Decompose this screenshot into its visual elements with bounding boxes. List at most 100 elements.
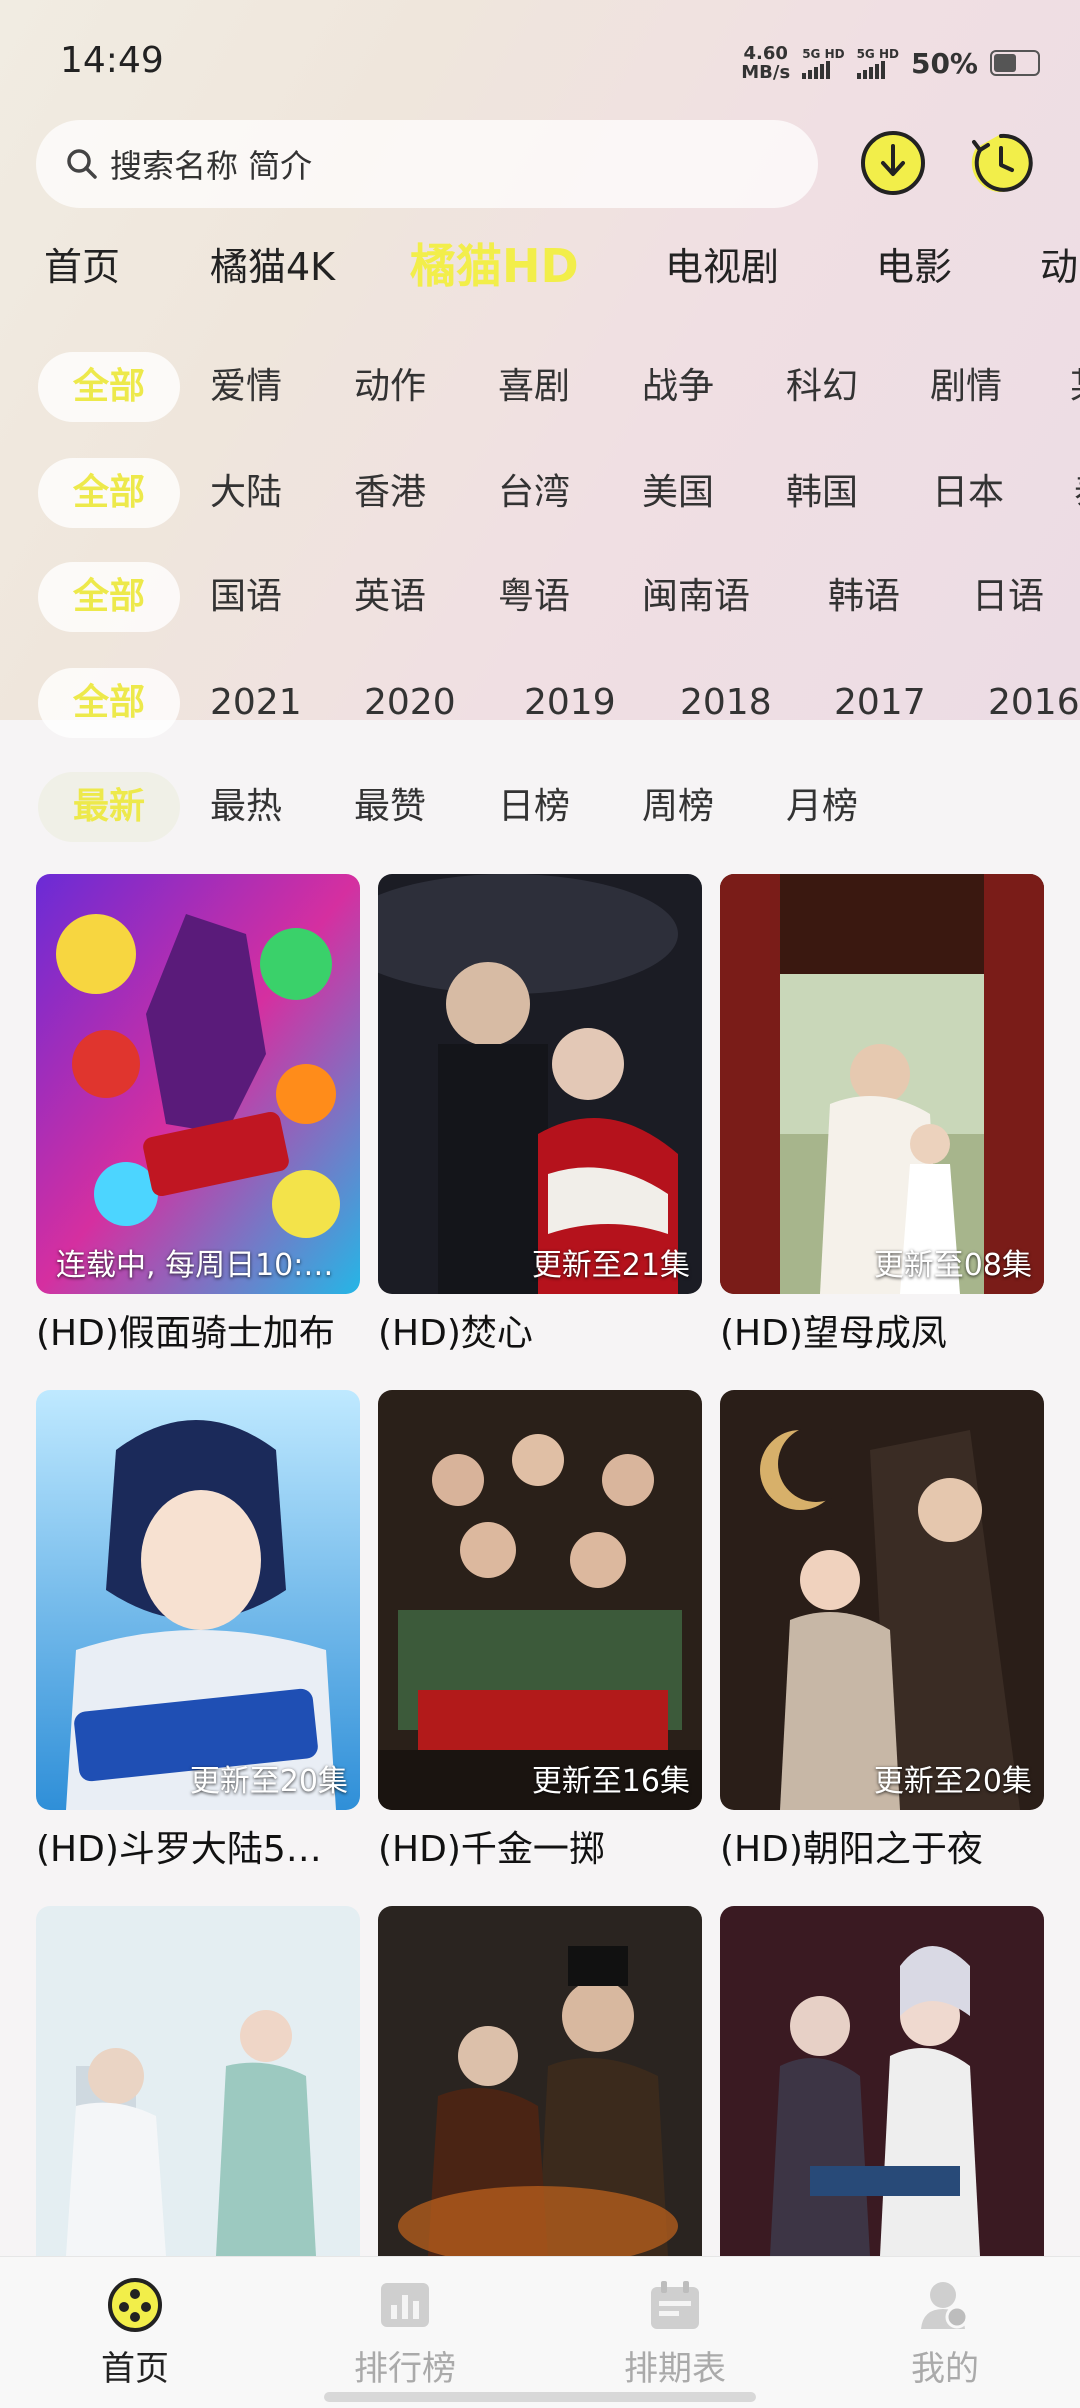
language-chip[interactable]: 韩语 [828,562,900,632]
bottom-nav-label: 排期表 [624,2349,726,2389]
year-chip[interactable]: 2018 [680,668,772,738]
region-chip[interactable]: 香港 [354,458,426,528]
poster-image: 更新至20集 [720,1390,1044,1810]
history-button[interactable] [966,128,1036,198]
search-input[interactable]: 搜索名称 简介 [36,120,818,208]
video-title: (HD)千金一掷 [378,1829,605,1870]
year-chip[interactable]: 2020 [364,668,456,738]
tab-4k[interactable]: 橘猫4K [210,236,335,291]
sort-chip[interactable]: 最热 [210,772,282,842]
tab-tv-series[interactable]: 电视剧 [665,236,779,291]
year-chip[interactable]: 2021 [210,668,302,738]
year-all[interactable]: 全部 [38,668,180,738]
video-card[interactable] [720,1906,1044,2256]
video-card[interactable]: 更新至20集 (HD)朝阳之于夜 [720,1390,1044,1872]
region-chip[interactable]: 泰 [1074,458,1080,528]
bottom-nav-profile[interactable]: 我的 [810,2257,1080,2408]
poster-image: 更新至21集 [378,874,702,1294]
home-indicator[interactable] [324,2392,756,2402]
sort-latest[interactable]: 最新 [38,772,180,842]
status-time: 14:49 [60,40,164,81]
search-icon [67,149,97,179]
sort-chip[interactable]: 最赞 [354,772,426,842]
bottom-nav-ranking[interactable]: 排行榜 [270,2257,540,2408]
tab-home[interactable]: 首页 [44,236,120,291]
tab-anime[interactable]: 动 [1040,236,1078,291]
update-status: 更新至20集 [873,1764,1032,1799]
poster-image: 更新至16集 [378,1390,702,1810]
calendar-icon [651,2281,699,2329]
tab-movie[interactable]: 电影 [876,236,952,291]
bottom-nav-label: 排行榜 [354,2349,456,2389]
poster-image: 连载中, 每周日10:… [36,874,360,1294]
sort-chip[interactable]: 周榜 [642,772,714,842]
region-chip[interactable]: 韩国 [786,458,858,528]
region-filter-row: 全部 大陆 香港 台湾 美国 韩国 日本 泰 [0,458,1080,528]
update-status: 更新至08集 [873,1248,1032,1283]
video-card[interactable]: 更新至20集 (HD)斗罗大陆5… [36,1390,360,1872]
bottom-nav-schedule[interactable]: 排期表 [540,2257,810,2408]
status-indicators: 4.60 MB/s 5G HD 5G HD 50% [741,44,1040,82]
language-chip[interactable]: 粤语 [498,562,570,632]
region-chip[interactable]: 台湾 [498,458,570,528]
year-chip[interactable]: 2016 [988,668,1080,738]
region-all[interactable]: 全部 [38,458,180,528]
genre-chip[interactable]: 科幻 [786,352,858,422]
home-film-icon [108,2278,162,2332]
sim1-signal-icon: 5G HD [802,47,845,79]
video-card[interactable]: 更新至21集 (HD)焚心 [378,874,702,1356]
poster-image: 更新至08集 [720,874,1044,1294]
bottom-navigation: 首页 排行榜 排期表 我的 [0,2256,1080,2408]
video-card[interactable]: 连载中, 每周日10:… (HD)假面骑士加布 [36,874,360,1356]
genre-chip[interactable]: 战争 [642,352,714,422]
category-tabs: 首页 橘猫4K 橘猫HD 电视剧 电影 动 [0,236,1080,306]
genre-chip[interactable]: 喜剧 [498,352,570,422]
language-chip[interactable]: 闽南语 [642,562,750,632]
video-title: (HD)望母成凤 [720,1313,947,1354]
update-status: 更新至21集 [531,1248,690,1283]
year-chip[interactable]: 2017 [834,668,926,738]
genre-filter-row: 全部 爱情 动作 喜剧 战争 科幻 剧情 某 [0,352,1080,422]
sim2-signal-icon: 5G HD [856,47,899,79]
genre-all[interactable]: 全部 [38,352,180,422]
genre-chip[interactable]: 某 [1070,352,1080,422]
network-speed-value: 4.60 [743,43,788,64]
update-status: 更新至20集 [189,1764,348,1799]
bottom-nav-home[interactable]: 首页 [0,2257,270,2408]
tab-hd[interactable]: 橘猫HD [410,230,579,296]
update-status: 更新至16集 [531,1764,690,1799]
language-filter-row: 全部 国语 英语 粤语 闽南语 韩语 日语 [0,562,1080,632]
video-card[interactable]: 更新至16集 (HD)千金一掷 [378,1390,702,1872]
video-card[interactable]: 更新至08集 (HD)望母成凤 [720,874,1044,1356]
sim1-label: 5G HD [802,47,845,61]
region-chip[interactable]: 美国 [642,458,714,528]
video-title: (HD)焚心 [378,1313,533,1354]
region-chip[interactable]: 日本 [932,458,1004,528]
search-placeholder: 搜索名称 简介 [110,147,313,185]
year-chip[interactable]: 2019 [524,668,616,738]
download-button[interactable] [858,128,928,198]
language-all[interactable]: 全部 [38,562,180,632]
battery-icon [990,50,1040,76]
genre-chip[interactable]: 剧情 [930,352,1002,422]
network-speed-unit: MB/s [741,62,791,83]
poster-image [720,1906,1044,2256]
update-status: 连载中, 每周日10:… [56,1248,334,1283]
video-card[interactable] [378,1906,702,2256]
genre-chip[interactable]: 爱情 [210,352,282,422]
language-chip[interactable]: 英语 [354,562,426,632]
video-title: (HD)假面骑士加布 [36,1313,335,1354]
sort-chip[interactable]: 月榜 [786,772,858,842]
region-chip[interactable]: 大陆 [210,458,282,528]
language-chip[interactable]: 日语 [972,562,1044,632]
language-chip[interactable]: 国语 [210,562,282,632]
video-title: (HD)斗罗大陆5… [36,1829,322,1870]
year-filter-row: 全部 2021 2020 2019 2018 2017 2016 [0,668,1080,738]
network-speed: 4.60 MB/s [741,44,790,82]
sim2-label: 5G HD [856,47,899,61]
bottom-nav-label: 首页 [101,2349,169,2389]
genre-chip[interactable]: 动作 [354,352,426,422]
video-title: (HD)朝阳之于夜 [720,1829,983,1870]
video-card[interactable] [36,1906,360,2256]
sort-chip[interactable]: 日榜 [498,772,570,842]
